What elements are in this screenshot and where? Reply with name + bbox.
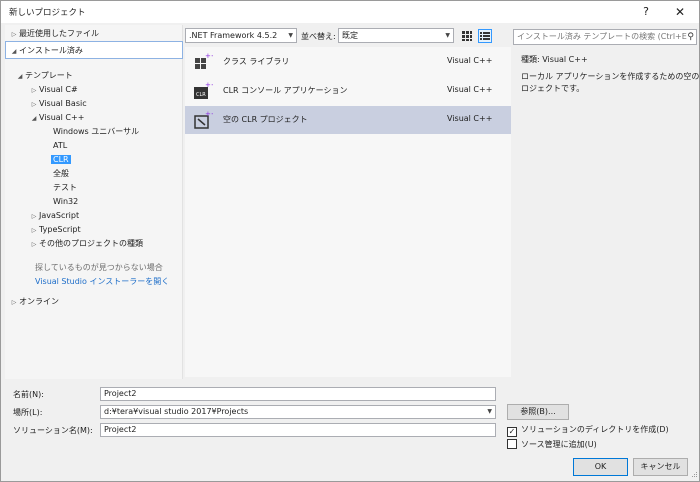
tree-item-windows-universal[interactable]: Windows ユニバーサル: [53, 125, 139, 138]
tree-item-atl[interactable]: ATL: [53, 139, 67, 152]
search-icon[interactable]: ⚲: [687, 30, 694, 44]
chevron-right-icon[interactable]: ▷: [29, 224, 39, 237]
tree-item-javascript[interactable]: ▷ JavaScript: [29, 209, 79, 222]
solution-name-label: ソリューション名(M):: [13, 426, 93, 435]
class-library-icon: ++: [193, 52, 217, 72]
tree-item-typescript[interactable]: ▷ TypeScript: [29, 223, 81, 236]
not-found-text: 探しているものが見つからない場合: [35, 263, 163, 272]
template-row-clr-console[interactable]: CLR++ CLR コンソール アプリケーション Visual C++: [185, 77, 511, 105]
new-project-dialog: 新しいプロジェクト ? ✕ ▷ 最近使用したファイル ◢ インストール済み ◢ テンプ…: [0, 0, 700, 482]
ok-button[interactable]: OK: [573, 458, 628, 476]
triangle-down-icon[interactable]: ◢: [9, 45, 19, 58]
help-button[interactable]: ?: [638, 4, 654, 20]
type-line: 種類: Visual C++: [521, 55, 588, 64]
chevron-right-icon[interactable]: ▷: [9, 296, 19, 309]
tree-item-visual-cpp[interactable]: ◢ Visual C++: [29, 111, 85, 125]
resize-grip-icon[interactable]: [689, 471, 698, 480]
empty-clr-icon: ++: [193, 110, 217, 130]
cancel-button[interactable]: キャンセル: [633, 458, 688, 476]
tree-item-templates[interactable]: ◢ テンプレート: [15, 69, 73, 82]
tree-item-recent[interactable]: ▷ 最近使用したファイル: [9, 27, 99, 40]
name-label: 名前(N):: [13, 390, 44, 399]
chevron-right-icon[interactable]: ▷: [9, 28, 19, 41]
chevron-right-icon[interactable]: ▷: [29, 238, 39, 251]
template-tree: ▷ 最近使用したファイル ◢ インストール済み ◢ テンプレート ▷ Visual C#…: [5, 25, 183, 379]
browse-button[interactable]: 参照(B)...: [507, 404, 569, 420]
chevron-down-icon: ▼: [288, 32, 293, 39]
project-name-input[interactable]: Project2: [100, 387, 496, 401]
framework-select[interactable]: .NET Framework 4.5.2 ▼: [185, 28, 297, 43]
svg-text:++: ++: [205, 110, 213, 118]
details-panel: インストール済み テンプレートの検索 (Ctrl+E ⚲ 種類: Visual …: [511, 25, 700, 379]
template-search-input[interactable]: インストール済み テンプレートの検索 (Ctrl+E ⚲: [513, 29, 697, 45]
solution-name-input[interactable]: Project2: [100, 423, 496, 437]
chevron-down-icon[interactable]: ▼: [487, 406, 492, 418]
list-view-icon[interactable]: [478, 29, 492, 43]
chevron-down-icon: ▼: [445, 32, 450, 39]
sort-label: 並べ替え:: [301, 32, 336, 41]
location-combo[interactable]: d:¥tera¥visual studio 2017¥Projects ▼: [100, 405, 496, 419]
clr-console-icon: CLR ++: [193, 81, 217, 101]
template-row-class-library[interactable]: ++ クラス ライブラリ Visual C++: [185, 48, 511, 76]
create-directory-checkbox[interactable]: ✓ ソリューションのディレクトリを作成(D): [507, 424, 669, 437]
tree-item-test[interactable]: テスト: [53, 181, 77, 194]
sort-select[interactable]: 既定 ▼: [338, 28, 454, 43]
small-icons-view-icon[interactable]: [460, 29, 474, 43]
window-title: 新しいプロジェクト: [9, 8, 86, 18]
checkmark-icon[interactable]: ✓: [507, 427, 517, 437]
location-label: 場所(L):: [13, 408, 43, 417]
description-line-2: ロジェクトです。: [521, 84, 585, 93]
tree-item-general[interactable]: 全般: [53, 167, 69, 180]
tree-item-online[interactable]: ▷ オンライン: [9, 295, 59, 308]
triangle-down-icon[interactable]: ◢: [15, 70, 25, 83]
template-row-empty-clr[interactable]: ++ 空の CLR プロジェクト Visual C++: [185, 106, 511, 134]
chevron-right-icon[interactable]: ▷: [29, 98, 39, 111]
triangle-down-icon[interactable]: ◢: [29, 112, 39, 125]
tree-item-visual-basic[interactable]: ▷ Visual Basic: [29, 97, 87, 110]
svg-text:++: ++: [205, 52, 213, 60]
chevron-right-icon[interactable]: ▷: [29, 84, 39, 97]
svg-text:CLR: CLR: [196, 92, 206, 98]
tree-item-visual-csharp[interactable]: ▷ Visual C#: [29, 83, 78, 96]
checkbox-empty-icon[interactable]: [507, 439, 517, 449]
open-installer-link[interactable]: Visual Studio インストーラーを開く: [35, 275, 169, 288]
tree-item-win32[interactable]: Win32: [53, 195, 78, 208]
svg-text:++: ++: [205, 81, 213, 89]
tree-item-other-types[interactable]: ▷ その他のプロジェクトの種類: [29, 237, 143, 250]
tree-item-installed[interactable]: ◢ インストール済み: [9, 44, 83, 57]
close-button[interactable]: ✕: [672, 4, 688, 20]
template-list: ++ クラス ライブラリ Visual C++ CLR++ CLR コンソール …: [185, 47, 511, 377]
chevron-right-icon[interactable]: ▷: [29, 210, 39, 223]
tree-item-clr[interactable]: CLR: [51, 153, 71, 166]
add-source-control-checkbox[interactable]: ソース管理に追加(U): [507, 439, 597, 450]
title-bar: 新しいプロジェクト ? ✕: [1, 1, 699, 23]
